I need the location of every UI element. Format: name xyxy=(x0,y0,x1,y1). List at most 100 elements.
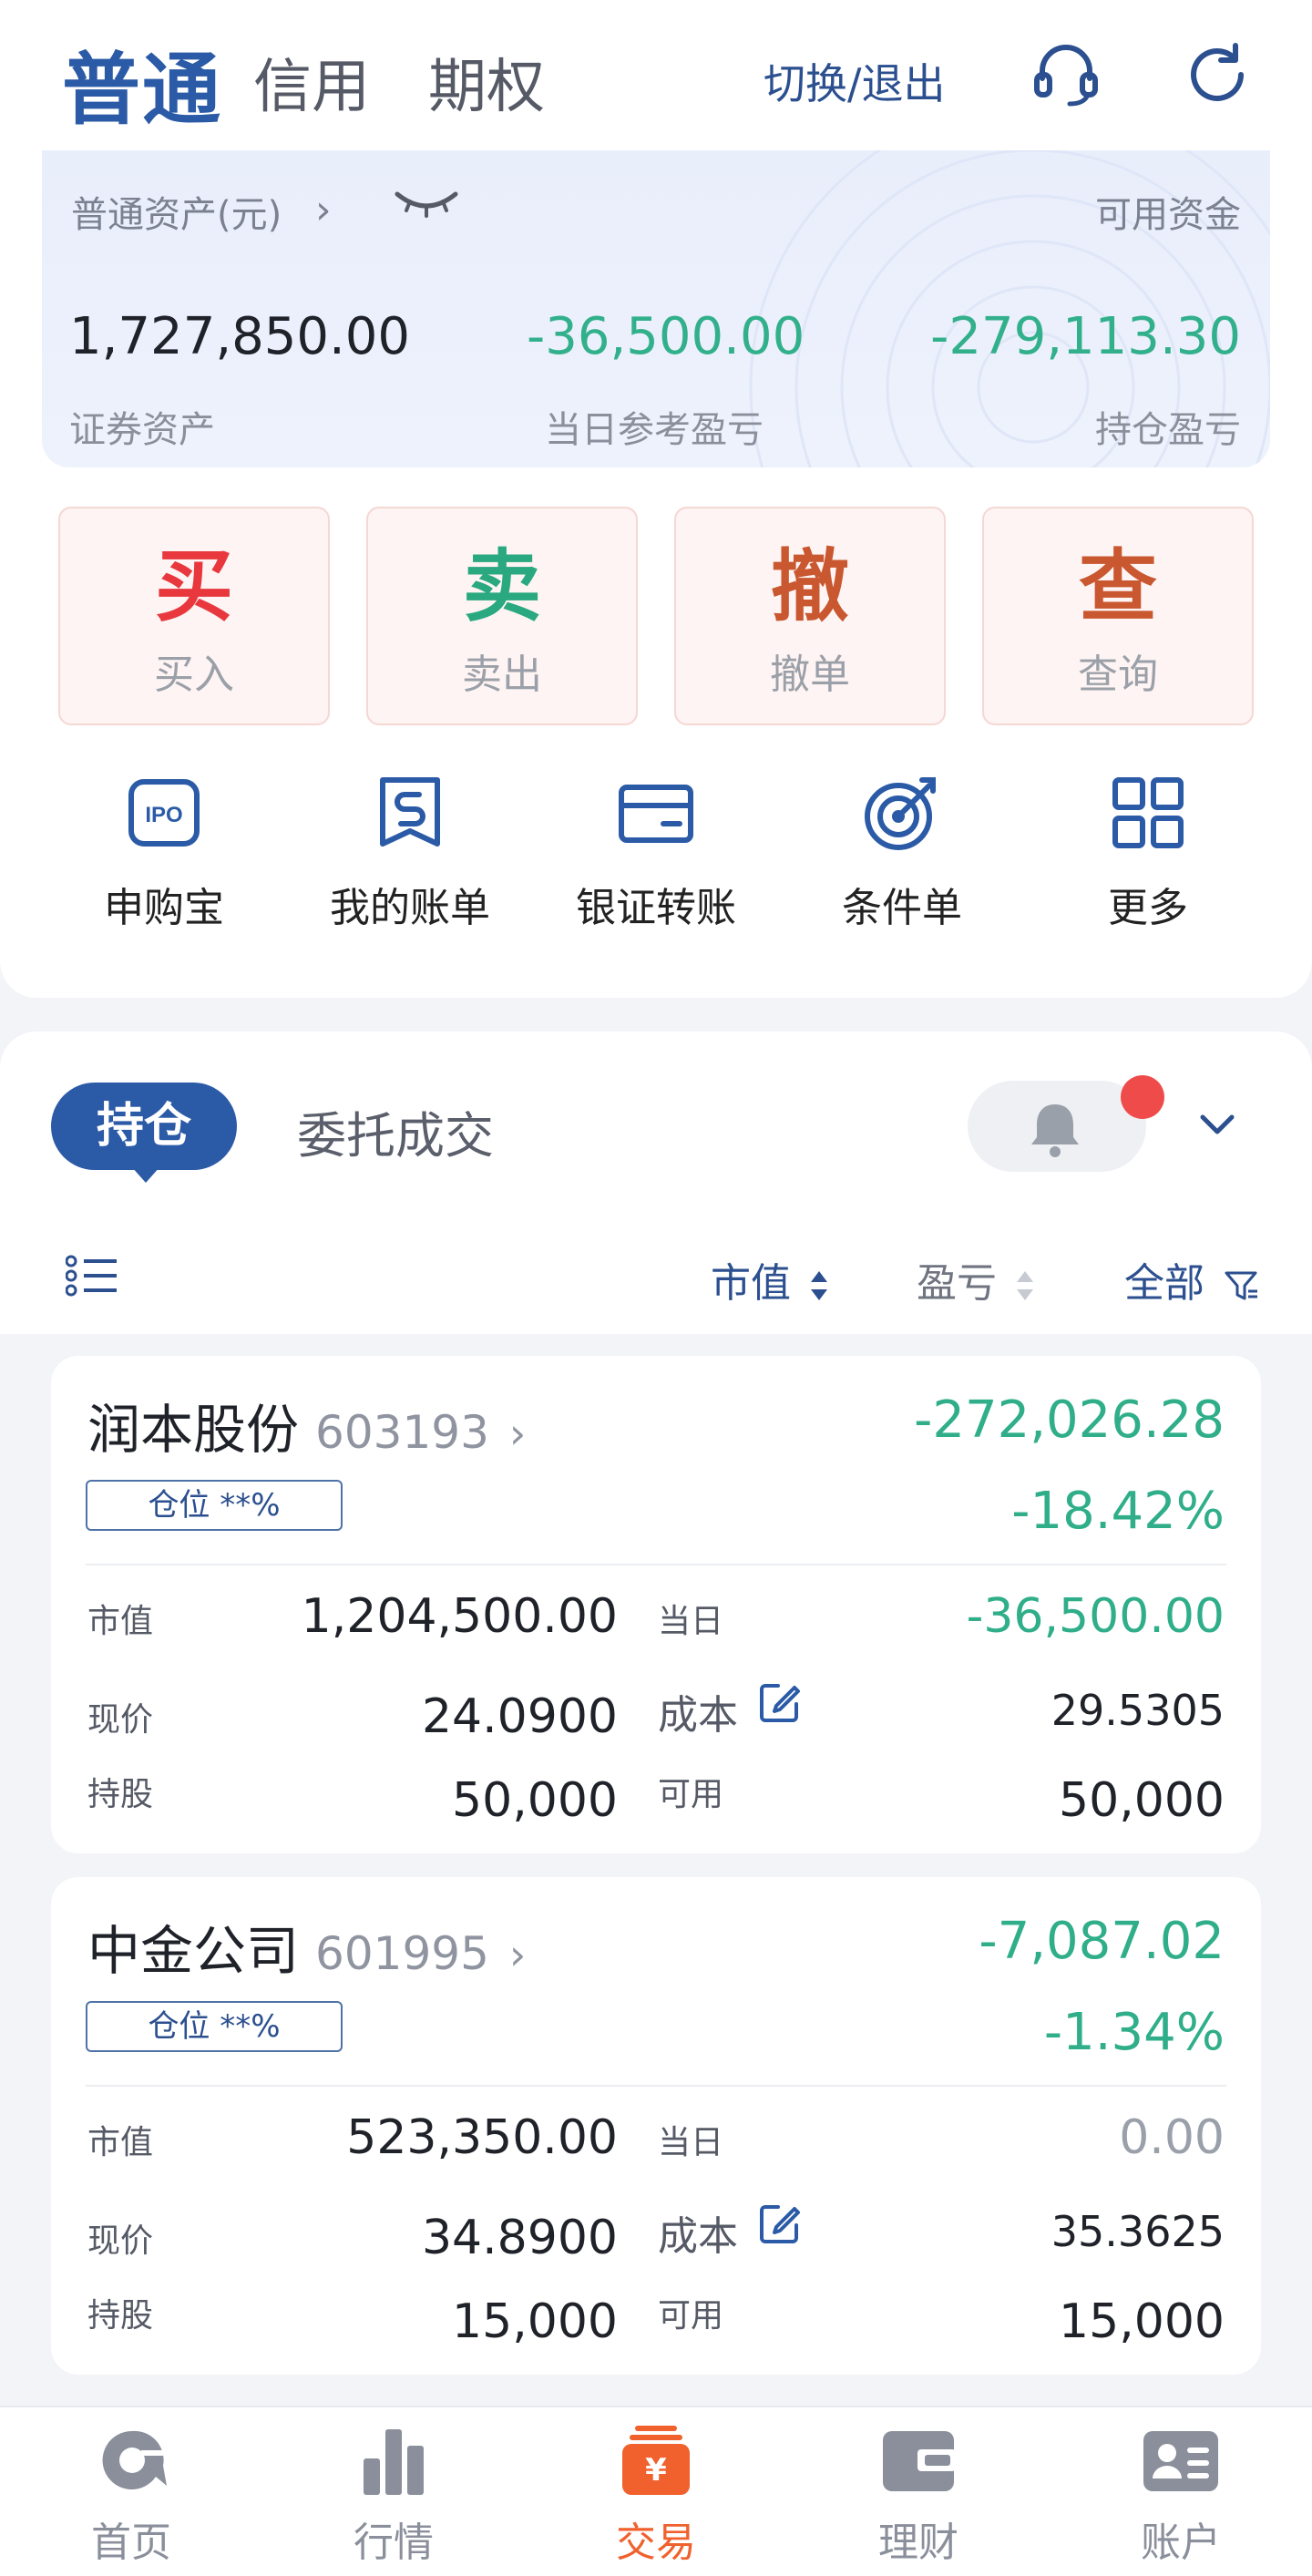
nav-home[interactable]: 首页 xyxy=(0,2422,262,2576)
tab-holdings-pointer xyxy=(131,1166,160,1183)
bar-chart-icon xyxy=(364,2429,424,2495)
today-value: 0.00 xyxy=(1119,2110,1225,2165)
sort-market-value-label: 市值 xyxy=(711,1260,791,1307)
shortcut-bill-label: 我的账单 xyxy=(330,885,490,931)
sort-market-value[interactable]: 市值 xyxy=(711,1250,829,1309)
bill-icon xyxy=(380,777,440,847)
divider xyxy=(86,1564,1226,1565)
nav-finance-label: 理财 xyxy=(878,2520,958,2566)
ipo-icon-text: IPO xyxy=(145,803,182,827)
available-label: 可用 xyxy=(658,1776,724,1813)
wallet-icon xyxy=(883,2431,956,2491)
shares-label: 持股 xyxy=(87,1776,154,1813)
filter-all[interactable]: 全部 xyxy=(1124,1250,1259,1309)
filter-all-label: 全部 xyxy=(1124,1260,1204,1307)
shortcut-bill[interactable]: 我的账单 xyxy=(292,773,528,937)
cancel-glyph: 撤 xyxy=(771,541,849,632)
shortcut-conditional-order-label: 条件单 xyxy=(842,885,962,931)
price-label: 现价 xyxy=(87,2222,154,2260)
asset-summary-card: 普通资产(元) › 可用资金 1,727,850.00 -36,500.00 -… xyxy=(42,150,1270,467)
sell-button[interactable]: 卖 卖出 xyxy=(366,507,638,725)
stock-name: 中金公司 xyxy=(87,1920,300,1982)
bank-transfer-icon xyxy=(619,785,693,843)
shortcut-ipo[interactable]: IPO 申购宝 xyxy=(46,773,282,937)
edit-icon[interactable] xyxy=(758,1680,802,1724)
filter-icon xyxy=(1225,1271,1257,1300)
query-label: 查询 xyxy=(1078,652,1158,698)
holdings-panel: 持仓 委托成交 市值 盈亏 全部 xyxy=(0,1031,1312,1334)
trade-icon: ¥ xyxy=(622,2426,690,2495)
shortcut-conditional-order[interactable]: 条件单 xyxy=(784,773,1020,937)
available-funds-label: 可用资金 xyxy=(1095,194,1241,236)
tab-option[interactable]: 期权 xyxy=(428,40,545,124)
today-label: 当日 xyxy=(658,1603,724,1640)
shortcut-bank-transfer[interactable]: 银证转账 xyxy=(538,773,774,937)
stock-code: 601995 xyxy=(315,1927,489,1980)
headset-icon[interactable] xyxy=(1030,38,1102,111)
shortcut-bank-transfer-label: 银证转账 xyxy=(576,885,736,931)
eye-closed-icon[interactable] xyxy=(392,181,461,227)
cost-value: 29.5305 xyxy=(1051,1686,1225,1735)
ipo-icon: IPO xyxy=(128,779,200,847)
buy-button[interactable]: 买 买入 xyxy=(58,507,330,725)
stock-title[interactable]: 中金公司 601995 › xyxy=(87,1908,526,1985)
stock-code: 603193 xyxy=(315,1406,489,1459)
shortcut-more[interactable]: 更多 xyxy=(1030,773,1266,937)
sell-glyph: 卖 xyxy=(463,541,541,632)
stock-card[interactable]: 润本股份 603193 › -272,026.28 -18.42% 仓位 **% 市… xyxy=(51,1356,1261,1853)
shortcut-ipo-label: 申购宝 xyxy=(104,885,224,931)
market-value-label: 市值 xyxy=(87,2124,154,2161)
stock-name: 润本股份 xyxy=(87,1399,300,1461)
nav-trade[interactable]: ¥ 交易 xyxy=(525,2422,787,2576)
chevron-right-icon: › xyxy=(508,1930,527,1979)
svg-text:¥: ¥ xyxy=(645,2452,667,2489)
nav-account[interactable]: 账户 xyxy=(1050,2422,1312,2576)
today-value: -36,500.00 xyxy=(966,1589,1225,1644)
asset-label[interactable]: 普通资产(元) xyxy=(71,185,282,238)
refresh-icon[interactable] xyxy=(1183,40,1252,109)
today-pl-label: 当日参考盈亏 xyxy=(545,409,764,451)
stock-profit-loss: -7,087.02 xyxy=(979,1912,1225,1971)
nav-finance[interactable]: 理财 xyxy=(787,2422,1050,2576)
bottom-nav: 首页 行情 ¥ 交易 理财 账户 xyxy=(0,2406,1312,2576)
today-label: 当日 xyxy=(658,2124,724,2161)
stock-card[interactable]: 中金公司 601995 › -7,087.02 -1.34% 仓位 **% 市值 5… xyxy=(51,1877,1261,2375)
stock-profit-loss-percent: -18.42% xyxy=(1011,1482,1225,1541)
stock-profit-loss: -272,026.28 xyxy=(914,1391,1225,1450)
available-label: 可用 xyxy=(658,2297,724,2335)
sort-arrows-icon xyxy=(811,1271,827,1300)
tab-holdings[interactable]: 持仓 xyxy=(51,1083,237,1170)
cost-value: 35.3625 xyxy=(1051,2207,1225,2256)
tab-credit[interactable]: 信用 xyxy=(253,40,370,124)
asset-chevron-icon[interactable]: › xyxy=(315,187,332,233)
list-view-icon[interactable] xyxy=(66,1254,120,1298)
stock-title[interactable]: 润本股份 603193 › xyxy=(87,1387,526,1463)
securities-assets-label: 证券资产 xyxy=(69,409,215,451)
nav-market[interactable]: 行情 xyxy=(262,2422,525,2576)
switch-exit-link[interactable]: 切换/退出 xyxy=(764,51,946,111)
home-icon xyxy=(102,2430,167,2489)
sort-profit-loss[interactable]: 盈亏 xyxy=(917,1250,1035,1309)
header: 普通 信用 期权 切换/退出 xyxy=(0,0,1312,150)
nav-home-label: 首页 xyxy=(91,2520,171,2566)
cost-label: 成本 xyxy=(658,1692,738,1739)
cancel-order-button[interactable]: 撤 撤单 xyxy=(674,507,946,725)
tab-orders-trades[interactable]: 委托成交 xyxy=(297,1095,494,1167)
query-button[interactable]: 查 查询 xyxy=(982,507,1254,725)
chevron-down-icon[interactable] xyxy=(1197,1104,1237,1144)
position-badge: 仓位 **% xyxy=(86,2001,343,2052)
today-pl-value: -36,500.00 xyxy=(527,307,805,366)
sort-profit-loss-label: 盈亏 xyxy=(917,1260,997,1307)
bell-icon[interactable] xyxy=(1024,1099,1086,1159)
holding-pl-label: 持仓盈亏 xyxy=(1095,409,1241,451)
edit-icon[interactable] xyxy=(758,2201,802,2245)
shares-label: 持股 xyxy=(87,2297,154,2335)
divider xyxy=(86,2085,1226,2087)
id-card-icon xyxy=(1143,2431,1218,2491)
stock-profit-loss-percent: -1.34% xyxy=(1043,2003,1225,2062)
cancel-label: 撤单 xyxy=(770,652,850,698)
buy-glyph: 买 xyxy=(155,541,233,632)
tab-normal[interactable]: 普通 xyxy=(62,26,222,139)
price-value: 24.0900 xyxy=(421,1689,618,1744)
securities-assets-value: 1,727,850.00 xyxy=(69,307,411,366)
